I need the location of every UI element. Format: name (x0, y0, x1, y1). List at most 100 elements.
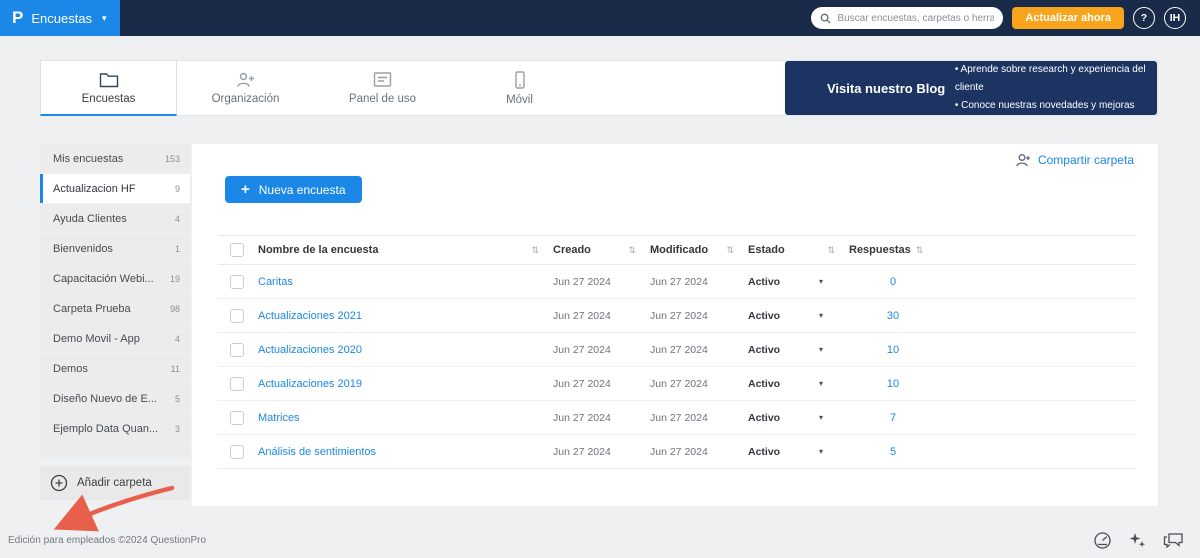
row-checkbox-cell (218, 308, 258, 323)
tab-encuestas[interactable]: Encuestas (40, 60, 177, 116)
sort-icon[interactable]: ⇅ (628, 245, 636, 256)
survey-name-link[interactable]: Análisis de sentimientos (258, 446, 376, 458)
survey-name-link[interactable]: Actualizaciones 2021 (258, 310, 362, 322)
row-checkbox[interactable] (230, 410, 244, 425)
row-checkbox[interactable] (230, 274, 244, 289)
tab-label: Encuestas (81, 92, 136, 105)
modified-date: Jun 27 2024 (650, 411, 708, 424)
chat-icon[interactable] (1163, 531, 1184, 550)
column-label: Creado (553, 244, 591, 256)
add-folder-circle-plus-icon (50, 474, 68, 492)
created-date: Jun 27 2024 (553, 343, 611, 356)
column-header-name[interactable]: Nombre de la encuesta ⇅ (258, 244, 553, 256)
sidebar-folder-item[interactable]: Actualizacion HF 9 (40, 174, 190, 203)
tab-panel-de-uso[interactable]: Panel de uso (314, 61, 451, 115)
column-header-estado[interactable]: Estado ⇅ (748, 244, 849, 256)
sidebar-folder-item[interactable]: Mis encuestas 153 (40, 144, 190, 173)
row-checkbox[interactable] (230, 376, 244, 391)
search-input[interactable] (837, 12, 995, 24)
blog-banner[interactable]: Visita nuestro Blog Aprende sobre resear… (785, 61, 1157, 115)
column-label: Nombre de la encuesta (258, 244, 379, 256)
survey-row: Caritas Jun 27 2024 Jun 27 2024 Activo 0 (218, 265, 1136, 299)
sort-icon[interactable]: ⇅ (827, 245, 835, 256)
add-folder-button[interactable]: Añadir carpeta (40, 466, 190, 500)
table-body: Caritas Jun 27 2024 Jun 27 2024 Activo 0 (218, 265, 1136, 469)
row-checkbox[interactable] (230, 308, 244, 323)
sidebar-folder-item[interactable]: Bienvenidos 1 (40, 234, 190, 263)
sidebar-folder-item[interactable]: Diseño Nuevo de E... 5 (40, 384, 190, 413)
header-checkbox-cell (218, 243, 258, 257)
usage-panel-icon (373, 71, 392, 88)
tab-label: Organización (211, 93, 280, 105)
folder-label: Actualizacion HF (53, 182, 136, 195)
folder-count-badge: 5 (174, 393, 180, 404)
responses-count-link[interactable]: 10 (887, 378, 899, 390)
row-checkbox[interactable] (230, 342, 244, 357)
folder-label: Demo Movil - App (53, 332, 140, 345)
folder-count-badge: 3 (174, 423, 180, 434)
column-header-modified[interactable]: Modificado ⇅ (650, 244, 748, 256)
column-header-respuestas[interactable]: Respuestas ⇅ (849, 244, 937, 256)
app-menu-button[interactable]: P Encuestas ▾ (0, 0, 120, 36)
status-cell: Activo (748, 446, 849, 458)
global-search[interactable] (811, 7, 1004, 29)
survey-name-link[interactable]: Caritas (258, 276, 293, 288)
sort-icon[interactable]: ⇅ (916, 245, 924, 256)
status-caret-icon[interactable] (819, 413, 823, 422)
status-value: Activo (748, 411, 781, 424)
status-caret-icon[interactable] (819, 447, 823, 456)
status-caret-icon[interactable] (819, 379, 823, 388)
modified-date: Jun 27 2024 (650, 343, 708, 356)
folder-count-badge: 11 (170, 363, 180, 374)
sparkles-icon[interactable] (1128, 531, 1147, 550)
update-now-button[interactable]: Actualizar ahora (1012, 7, 1124, 29)
column-header-created[interactable]: Creado ⇅ (553, 244, 650, 256)
survey-name-link[interactable]: Matrices (258, 412, 300, 424)
share-person-icon (1014, 153, 1031, 167)
row-checkbox[interactable] (230, 444, 244, 459)
sidebar-folder-item[interactable]: Ayuda Clientes 4 (40, 204, 190, 233)
responses-cell: 7 (849, 412, 937, 424)
sidebar-folder-item[interactable]: Demos 11 (40, 354, 190, 383)
sidebar-folder-item[interactable]: Demo Movil - App 4 (40, 324, 190, 353)
questionpro-logo: P (12, 8, 24, 27)
created-date: Jun 27 2024 (553, 377, 611, 390)
help-button[interactable]: ? (1133, 7, 1155, 29)
sidebar-folder-item[interactable]: Carpeta Prueba 98 (40, 294, 190, 323)
tab-organizacion[interactable]: Organización (177, 61, 314, 115)
avatar[interactable]: IH (1164, 7, 1186, 29)
survey-name-link[interactable]: Actualizaciones 2020 (258, 344, 362, 356)
select-all-checkbox[interactable] (230, 243, 244, 257)
folder-count-badge: 9 (174, 183, 180, 194)
responses-count-link[interactable]: 0 (890, 276, 896, 288)
folders-sidebar: Mis encuestas 153 Actualizacion HF 9 Ayu… (40, 144, 190, 500)
sidebar-folder-item[interactable]: Capacitación Webi... 19 (40, 264, 190, 293)
responses-count-link[interactable]: 5 (890, 446, 896, 458)
tab-movil[interactable]: Móvil (451, 61, 588, 115)
survey-name-link[interactable]: Actualizaciones 2019 (258, 378, 362, 390)
new-survey-button[interactable]: Nueva encuesta (225, 176, 362, 203)
tab-label: Móvil (506, 93, 533, 106)
survey-row: Actualizaciones 2020 Jun 27 2024 Jun 27 … (218, 333, 1136, 367)
sort-icon[interactable]: ⇅ (726, 245, 734, 256)
responses-count-link[interactable]: 7 (890, 412, 896, 424)
responses-count-link[interactable]: 30 (887, 310, 899, 322)
gauge-icon[interactable] (1093, 531, 1112, 550)
status-value: Activo (748, 377, 781, 390)
status-caret-icon[interactable] (819, 277, 823, 286)
folder-count-badge: 4 (174, 213, 180, 224)
sidebar-folder-item[interactable]: Ejemplo Data Quan... 3 (40, 414, 190, 443)
responses-count-link[interactable]: 10 (887, 344, 899, 356)
folder-item-partial[interactable] (40, 444, 190, 457)
responses-cell: 5 (849, 446, 937, 458)
sort-icon[interactable]: ⇅ (531, 245, 539, 256)
status-cell: Activo (748, 344, 849, 356)
row-checkbox-cell (218, 376, 258, 391)
status-caret-icon[interactable] (819, 311, 823, 320)
share-folder-link[interactable]: Compartir carpeta (1014, 153, 1134, 167)
status-value: Activo (748, 275, 781, 288)
app-menu-label: Encuestas (31, 10, 93, 26)
status-caret-icon[interactable] (819, 345, 823, 354)
folder-label: Carpeta Prueba (53, 302, 131, 315)
folder-tab-icon (99, 71, 119, 88)
